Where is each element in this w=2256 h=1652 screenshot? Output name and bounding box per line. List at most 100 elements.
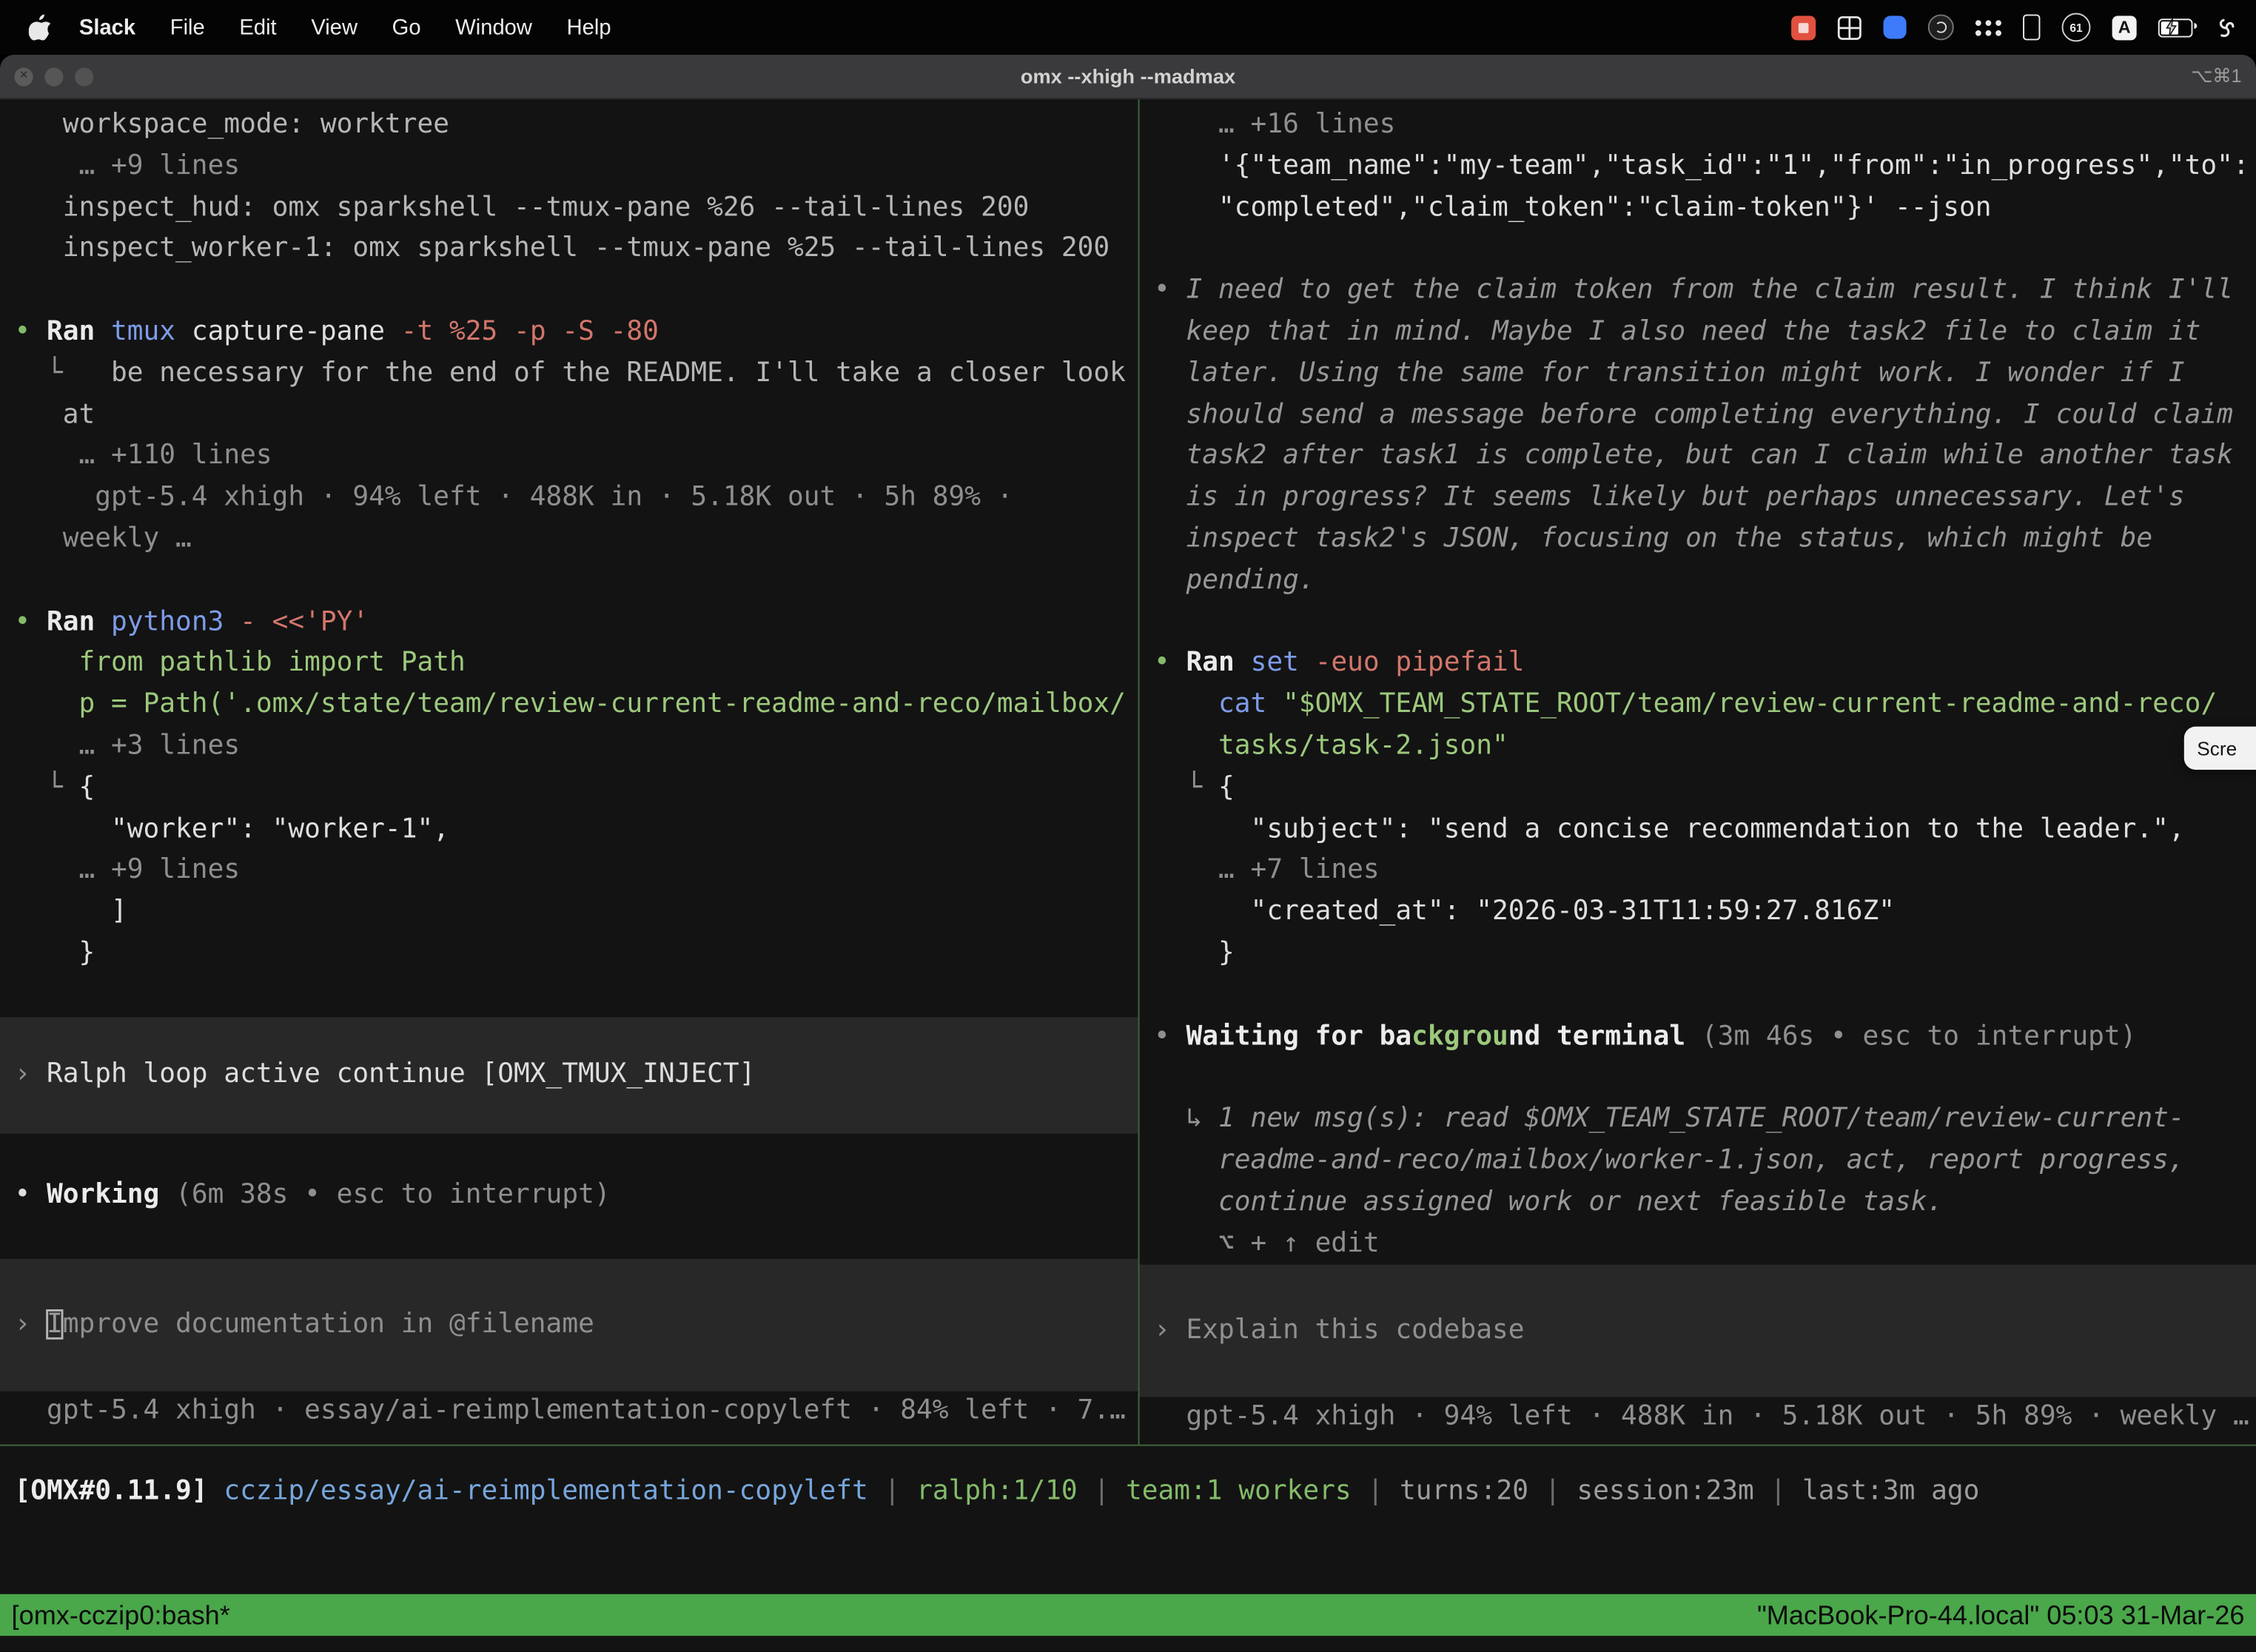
omx-team-workers: team:1 workers xyxy=(1126,1476,1352,1506)
terminal-text: gpt-5.4 xhigh · 94% left · 488K in · 5.1… xyxy=(1154,1402,2249,1432)
terminal-text: '{"team_name":"my-team","task_id":"1","f… xyxy=(1154,151,2249,181)
display-mirroring-icon[interactable] xyxy=(2023,14,2040,40)
terminal-text: should send a message before completing … xyxy=(1154,400,2233,430)
terminal-line: inspect task2's JSON, focusing on the st… xyxy=(1140,520,2256,561)
prompt-input[interactable]: › Improve documentation in @filename xyxy=(0,1258,1138,1390)
terminal-text: "created_at": "2026-03-31T11:59:27.816Z" xyxy=(1154,896,1895,927)
battery-percent-icon[interactable]: 61 xyxy=(2062,13,2091,41)
omx-turns: turns:20 xyxy=(1400,1476,1528,1506)
screen: Slack File Edit View Go Window Help 61 A xyxy=(0,0,2256,1652)
battery-icon[interactable] xyxy=(2158,18,2193,36)
app-menu-slack[interactable]: Slack xyxy=(62,15,153,39)
terminal-text: task2 after task1 is complete, but can I… xyxy=(1154,441,2233,471)
blue-app-icon[interactable] xyxy=(1884,16,1907,38)
omx-ralph-counter: ralph:1/10 xyxy=(916,1476,1078,1506)
omx-session-time: session:23m xyxy=(1577,1476,1753,1506)
terminal-line: … +7 lines xyxy=(1140,851,2256,893)
tmux-session: workspace_mode: worktree … +9 lines insp… xyxy=(0,99,2256,1651)
terminal-line: task2 after task1 is complete, but can I… xyxy=(1140,437,2256,478)
terminal-line xyxy=(1140,602,2256,644)
terminal-line xyxy=(0,1217,1138,1258)
terminal-line: └ { xyxy=(1140,768,2256,810)
terminal-line xyxy=(1140,1058,2256,1099)
terminal-text: └ xyxy=(14,358,62,389)
battery-percent-value: 61 xyxy=(2069,21,2082,33)
window-title-bar[interactable]: × omx --xhigh --madmax ⌥⌘1 xyxy=(0,55,2256,99)
terminal-line xyxy=(0,561,1138,602)
terminal-text: • xyxy=(14,1180,47,1210)
menu-edit[interactable]: Edit xyxy=(222,15,294,39)
menu-view[interactable]: View xyxy=(294,15,375,39)
input-source-icon[interactable]: A xyxy=(2112,15,2137,39)
terminal-text: { xyxy=(78,772,95,802)
input-source-letter: A xyxy=(2118,17,2131,37)
terminal-text: … +3 lines xyxy=(14,731,240,761)
terminal-text: at xyxy=(14,400,95,430)
screen-notification[interactable]: Scre xyxy=(2184,727,2256,770)
terminal-line xyxy=(1140,229,2256,271)
terminal-line: is in progress? It seems likely but perh… xyxy=(1140,478,2256,520)
traffic-lights: × xyxy=(14,67,93,85)
dots-grid-icon[interactable] xyxy=(1975,19,2001,35)
terminal-line: • Ran python3 - <<'PY' xyxy=(0,602,1138,644)
terminal-line: keep that in mind. Maybe I also need the… xyxy=(1140,312,2256,354)
text-cursor: I xyxy=(47,1309,63,1339)
menu-window[interactable]: Window xyxy=(438,15,549,39)
terminal-line: tasks/task-2.json" xyxy=(1140,727,2256,768)
menu-bar-status-icons: 61 A xyxy=(1791,13,2256,41)
terminal-text: ↳ 1 new msg(s): read $OMX_TEAM_STATE_ROO… xyxy=(1154,1104,2185,1134)
stop-square-icon xyxy=(1799,22,1809,33)
menu-file[interactable]: File xyxy=(152,15,222,39)
zoom-button[interactable] xyxy=(75,67,93,85)
terminal-line: ↳ 1 new msg(s): read $OMX_TEAM_STATE_ROO… xyxy=(1140,1099,2256,1141)
terminal-text: • xyxy=(1154,648,1186,678)
prompt-suggestion[interactable]: › Explain this codebase xyxy=(1140,1265,2256,1397)
terminal-text: "subject": "send a concise recommendatio… xyxy=(1154,813,2185,844)
terminal-text: mprove documentation in @filename xyxy=(63,1309,594,1339)
close-button[interactable]: × xyxy=(14,67,33,85)
terminal-text: p = Path('.omx/state/team/review-current… xyxy=(14,689,1125,719)
terminal-text: capture-pane xyxy=(192,317,401,347)
close-icon: × xyxy=(19,69,27,83)
minimize-button[interactable] xyxy=(44,67,63,85)
terminal-text: └ xyxy=(1154,772,1218,802)
swirl-icon[interactable] xyxy=(2215,15,2239,39)
terminal-text: from pathlib import Path xyxy=(14,648,465,678)
terminal-line xyxy=(1140,975,2256,1016)
terminal-line: ⌥ + ↑ edit xyxy=(1140,1223,2256,1265)
terminal-text: Ralph loop active continue [OMX_TMUX_INJ… xyxy=(47,1058,755,1089)
terminal-pane-left[interactable]: workspace_mode: worktree … +9 lines insp… xyxy=(0,99,1140,1445)
terminal-line: "subject": "send a concise recommendatio… xyxy=(1140,810,2256,851)
terminal-pane-right[interactable]: … +16 lines '{"team_name":"my-team","tas… xyxy=(1140,99,2256,1445)
terminal-text: … +9 lines xyxy=(14,151,240,181)
grid-icon[interactable] xyxy=(1837,15,1861,39)
terminal-line: weekly … xyxy=(0,520,1138,561)
terminal-line: inspect_hud: omx sparkshell --tmux-pane … xyxy=(0,188,1138,229)
terminal-line: › Ralph loop active continue [OMX_TMUX_I… xyxy=(0,1054,1138,1095)
terminal-line: … +16 lines xyxy=(1140,105,2256,147)
dark-app-icon[interactable] xyxy=(1928,14,1954,40)
terminal-text: gpt-5.4 xhigh · 94% left · 488K in · 5.1… xyxy=(14,483,1013,513)
window-title: omx --xhigh --madmax xyxy=(0,64,2256,87)
terminal-text: ckgrou xyxy=(1411,1021,1508,1051)
apple-menu-icon[interactable] xyxy=(29,14,50,40)
terminal-text: … +9 lines xyxy=(14,855,240,885)
terminal-text: (6m 38s • esc to interrupt) xyxy=(159,1180,610,1210)
menu-bar-left: Slack File Edit View Go Window Help xyxy=(0,14,628,40)
tmux-session-name: [omx-cczip0:bash* xyxy=(12,1599,230,1631)
separator: | xyxy=(1352,1476,1400,1506)
terminal-text: be necessary for the end of the README. … xyxy=(63,358,1126,389)
screen-recording-icon[interactable] xyxy=(1791,15,1816,39)
menu-help[interactable]: Help xyxy=(549,15,628,39)
terminal-text: "$OMX_TEAM_STATE_ROOT/team/review-curren… xyxy=(1283,689,2217,719)
terminal-text: } xyxy=(14,938,95,968)
terminal-text: … +7 lines xyxy=(1154,855,1380,885)
terminal-line: p = Path('.omx/state/team/review-current… xyxy=(0,685,1138,727)
terminal-text: weekly … xyxy=(14,524,191,554)
terminal-text: inspect_hud: omx sparkshell --tmux-pane … xyxy=(14,192,1029,223)
terminal-text: Ran xyxy=(47,317,111,347)
menu-go[interactable]: Go xyxy=(375,15,438,39)
separator: | xyxy=(1078,1476,1126,1506)
terminal-line: "worker": "worker-1", xyxy=(0,810,1138,851)
separator: | xyxy=(1528,1476,1577,1506)
